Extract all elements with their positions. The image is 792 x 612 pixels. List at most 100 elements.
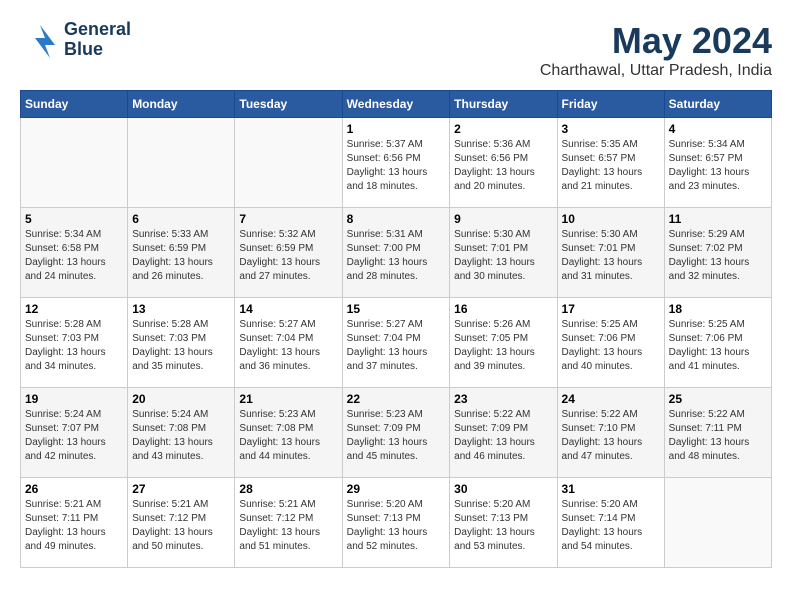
calendar-cell — [128, 118, 235, 208]
day-info: Sunrise: 5:36 AM Sunset: 6:56 PM Dayligh… — [454, 138, 552, 194]
calendar-cell: 25 Sunrise: 5:22 AM Sunset: 7:11 PM Dayli… — [664, 388, 771, 478]
calendar-cell — [235, 118, 342, 208]
calendar-cell: 1Sunrise: 5:37 AM Sunset: 6:56 PM Daylig… — [342, 118, 450, 208]
day-number: 19 — [25, 392, 123, 406]
calendar-cell — [664, 478, 771, 568]
day-info: Sunrise: 5:34 AM Sunset: 6:57 PM Dayligh… — [669, 138, 767, 194]
day-info: Sunrise: 5:20 AM Sunset: 7:14 PM Dayligh… — [562, 498, 660, 554]
weekday-header: Friday — [557, 91, 664, 118]
logo-line2: Blue — [64, 40, 131, 60]
calendar-cell: 4 Sunrise: 5:34 AM Sunset: 6:57 PM Daylig… — [664, 118, 771, 208]
day-number: 8 — [347, 212, 446, 226]
day-info: Sunrise: 5:33 AM Sunset: 6:59 PM Dayligh… — [132, 228, 230, 284]
calendar-cell: 7 Sunrise: 5:32 AM Sunset: 6:59 PM Daylig… — [235, 208, 342, 298]
day-number: 4 — [669, 122, 767, 136]
day-info: Sunrise: 5:30 AM Sunset: 7:01 PM Dayligh… — [562, 228, 660, 284]
calendar-week-row: 19 Sunrise: 5:24 AM Sunset: 7:07 PM Dayli… — [21, 388, 772, 478]
logo-icon — [20, 20, 60, 60]
weekday-header: Sunday — [21, 91, 128, 118]
calendar-body: 1Sunrise: 5:37 AM Sunset: 6:56 PM Daylig… — [21, 118, 772, 568]
calendar-cell: 21 Sunrise: 5:23 AM Sunset: 7:08 PM Dayli… — [235, 388, 342, 478]
day-number: 18 — [669, 302, 767, 316]
calendar-cell: 6 Sunrise: 5:33 AM Sunset: 6:59 PM Daylig… — [128, 208, 235, 298]
day-info: Sunrise: 5:20 AM Sunset: 7:13 PM Dayligh… — [347, 498, 446, 554]
day-number: 11 — [669, 212, 767, 226]
calendar-cell: 15 Sunrise: 5:27 AM Sunset: 7:04 PM Dayli… — [342, 298, 450, 388]
day-number: 24 — [562, 392, 660, 406]
day-info: Sunrise: 5:27 AM Sunset: 7:04 PM Dayligh… — [347, 318, 446, 374]
day-info: Sunrise: 5:21 AM Sunset: 7:11 PM Dayligh… — [25, 498, 123, 554]
subtitle: Charthawal, Uttar Pradesh, India — [540, 62, 772, 80]
calendar-cell: 17 Sunrise: 5:25 AM Sunset: 7:06 PM Dayli… — [557, 298, 664, 388]
day-info: Sunrise: 5:22 AM Sunset: 7:11 PM Dayligh… — [669, 408, 767, 464]
day-number: 13 — [132, 302, 230, 316]
calendar-cell: 9 Sunrise: 5:30 AM Sunset: 7:01 PM Daylig… — [450, 208, 557, 298]
day-number: 29 — [347, 482, 446, 496]
logo-line1: General — [64, 20, 131, 40]
day-info: Sunrise: 5:31 AM Sunset: 7:00 PM Dayligh… — [347, 228, 446, 284]
day-number: 17 — [562, 302, 660, 316]
day-number: 9 — [454, 212, 552, 226]
calendar-cell: 18Sunrise: 5:25 AM Sunset: 7:06 PM Dayli… — [664, 298, 771, 388]
day-number: 27 — [132, 482, 230, 496]
calendar-cell: 3Sunrise: 5:35 AM Sunset: 6:57 PM Daylig… — [557, 118, 664, 208]
day-info: Sunrise: 5:28 AM Sunset: 7:03 PM Dayligh… — [132, 318, 230, 374]
day-number: 6 — [132, 212, 230, 226]
day-info: Sunrise: 5:30 AM Sunset: 7:01 PM Dayligh… — [454, 228, 552, 284]
day-info: Sunrise: 5:24 AM Sunset: 7:07 PM Dayligh… — [25, 408, 123, 464]
day-number: 10 — [562, 212, 660, 226]
calendar-cell: 14 Sunrise: 5:27 AM Sunset: 7:04 PM Dayli… — [235, 298, 342, 388]
calendar-table: SundayMondayTuesdayWednesdayThursdayFrid… — [20, 90, 772, 568]
day-number: 12 — [25, 302, 123, 316]
calendar-cell: 23Sunrise: 5:22 AM Sunset: 7:09 PM Dayli… — [450, 388, 557, 478]
day-info: Sunrise: 5:22 AM Sunset: 7:10 PM Dayligh… — [562, 408, 660, 464]
calendar-cell — [21, 118, 128, 208]
calendar-cell: 12 Sunrise: 5:28 AM Sunset: 7:03 PM Dayli… — [21, 298, 128, 388]
day-info: Sunrise: 5:26 AM Sunset: 7:05 PM Dayligh… — [454, 318, 552, 374]
weekday-header: Monday — [128, 91, 235, 118]
day-info: Sunrise: 5:28 AM Sunset: 7:03 PM Dayligh… — [25, 318, 123, 374]
day-number: 22 — [347, 392, 446, 406]
weekday-row: SundayMondayTuesdayWednesdayThursdayFrid… — [21, 91, 772, 118]
calendar-cell: 8 Sunrise: 5:31 AM Sunset: 7:00 PM Daylig… — [342, 208, 450, 298]
logo-text: General Blue — [64, 20, 131, 60]
day-info: Sunrise: 5:21 AM Sunset: 7:12 PM Dayligh… — [132, 498, 230, 554]
calendar-cell: 28Sunrise: 5:21 AM Sunset: 7:12 PM Dayli… — [235, 478, 342, 568]
calendar-cell: 19 Sunrise: 5:24 AM Sunset: 7:07 PM Dayli… — [21, 388, 128, 478]
day-number: 3 — [562, 122, 660, 136]
calendar-cell: 11Sunrise: 5:29 AM Sunset: 7:02 PM Dayli… — [664, 208, 771, 298]
calendar-cell: 27 Sunrise: 5:21 AM Sunset: 7:12 PM Dayli… — [128, 478, 235, 568]
day-number: 23 — [454, 392, 552, 406]
day-number: 31 — [562, 482, 660, 496]
day-number: 16 — [454, 302, 552, 316]
day-number: 21 — [239, 392, 337, 406]
weekday-header: Thursday — [450, 91, 557, 118]
day-info: Sunrise: 5:23 AM Sunset: 7:08 PM Dayligh… — [239, 408, 337, 464]
day-number: 25 — [669, 392, 767, 406]
day-number: 2 — [454, 122, 552, 136]
day-info: Sunrise: 5:27 AM Sunset: 7:04 PM Dayligh… — [239, 318, 337, 374]
calendar-cell: 22 Sunrise: 5:23 AM Sunset: 7:09 PM Dayli… — [342, 388, 450, 478]
day-info: Sunrise: 5:32 AM Sunset: 6:59 PM Dayligh… — [239, 228, 337, 284]
day-number: 7 — [239, 212, 337, 226]
day-number: 1 — [347, 122, 446, 136]
calendar-cell: 26Sunrise: 5:21 AM Sunset: 7:11 PM Dayli… — [21, 478, 128, 568]
calendar-cell: 13 Sunrise: 5:28 AM Sunset: 7:03 PM Dayli… — [128, 298, 235, 388]
title-section: May 2024 Charthawal, Uttar Pradesh, Indi… — [540, 20, 772, 80]
day-number: 14 — [239, 302, 337, 316]
day-number: 30 — [454, 482, 552, 496]
day-info: Sunrise: 5:21 AM Sunset: 7:12 PM Dayligh… — [239, 498, 337, 554]
day-info: Sunrise: 5:25 AM Sunset: 7:06 PM Dayligh… — [562, 318, 660, 374]
weekday-header: Saturday — [664, 91, 771, 118]
page-header: General Blue May 2024 Charthawal, Uttar … — [20, 20, 772, 80]
day-info: Sunrise: 5:34 AM Sunset: 6:58 PM Dayligh… — [25, 228, 123, 284]
calendar-cell: 2 Sunrise: 5:36 AM Sunset: 6:56 PM Daylig… — [450, 118, 557, 208]
day-number: 15 — [347, 302, 446, 316]
calendar-cell: 30Sunrise: 5:20 AM Sunset: 7:13 PM Dayli… — [450, 478, 557, 568]
day-info: Sunrise: 5:23 AM Sunset: 7:09 PM Dayligh… — [347, 408, 446, 464]
calendar-cell: 29 Sunrise: 5:20 AM Sunset: 7:13 PM Dayli… — [342, 478, 450, 568]
calendar-cell: 10 Sunrise: 5:30 AM Sunset: 7:01 PM Dayli… — [557, 208, 664, 298]
main-title: May 2024 — [540, 20, 772, 62]
calendar-cell: 16 Sunrise: 5:26 AM Sunset: 7:05 PM Dayli… — [450, 298, 557, 388]
calendar-week-row: 12 Sunrise: 5:28 AM Sunset: 7:03 PM Dayli… — [21, 298, 772, 388]
